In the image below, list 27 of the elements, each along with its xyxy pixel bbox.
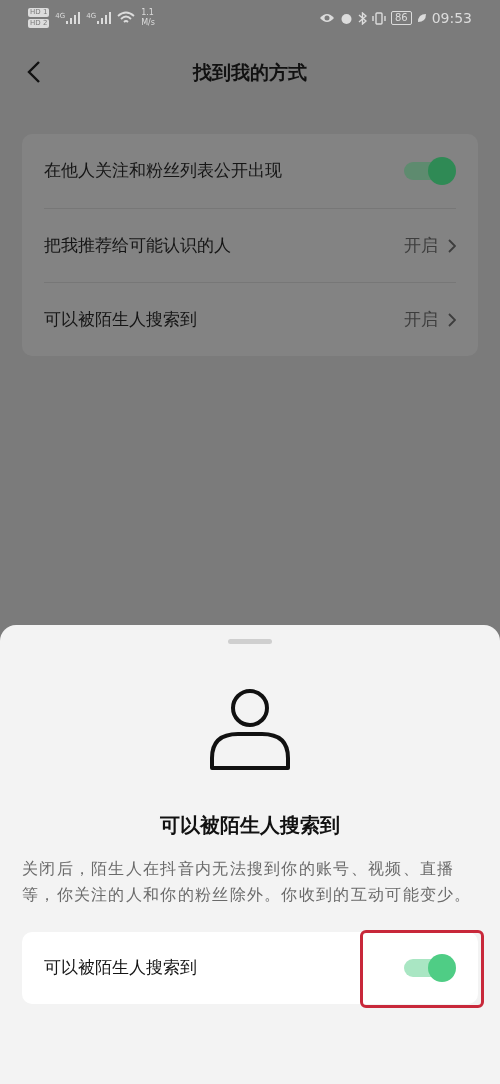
setting-value: 开启 xyxy=(404,307,438,331)
chevron-right-icon xyxy=(448,312,456,327)
person-icon xyxy=(208,688,292,772)
toggle-label: 可以被陌生人搜索到 xyxy=(44,956,197,980)
signal-icon xyxy=(97,12,112,24)
signal-icon xyxy=(66,12,81,24)
wifi-icon xyxy=(117,11,136,25)
setting-label: 在他人关注和粉丝列表公开出现 xyxy=(44,159,282,183)
sheet-description: 关闭后，陌生人在抖音内无法搜到你的账号、视频、直播等，你关注的人和你的粉丝除外。你收到的互动可能变少。 xyxy=(22,858,473,906)
sheet-title: 可以被陌生人搜索到 xyxy=(160,812,340,839)
setting-label: 可以被陌生人搜索到 xyxy=(44,307,197,331)
leaf-icon xyxy=(416,13,427,23)
drag-handle[interactable] xyxy=(228,639,272,644)
setting-value: 开启 xyxy=(404,233,438,257)
speed-value: 1.1 xyxy=(141,8,155,18)
vibrate-icon xyxy=(371,11,386,25)
eye-icon xyxy=(318,13,335,23)
chevron-right-icon xyxy=(448,238,456,253)
toggle-switch[interactable] xyxy=(404,157,456,185)
page-title: 找到我的方式 xyxy=(193,59,307,85)
toggle-switch[interactable] xyxy=(404,954,456,982)
back-icon xyxy=(27,60,41,84)
battery-indicator: 86 xyxy=(390,11,412,25)
bluetooth-icon xyxy=(357,11,367,25)
clock-time: 09:53 xyxy=(431,8,472,28)
setting-label: 把我推荐给可能认识的人 xyxy=(44,233,231,257)
speed-unit: M/s xyxy=(141,18,155,28)
